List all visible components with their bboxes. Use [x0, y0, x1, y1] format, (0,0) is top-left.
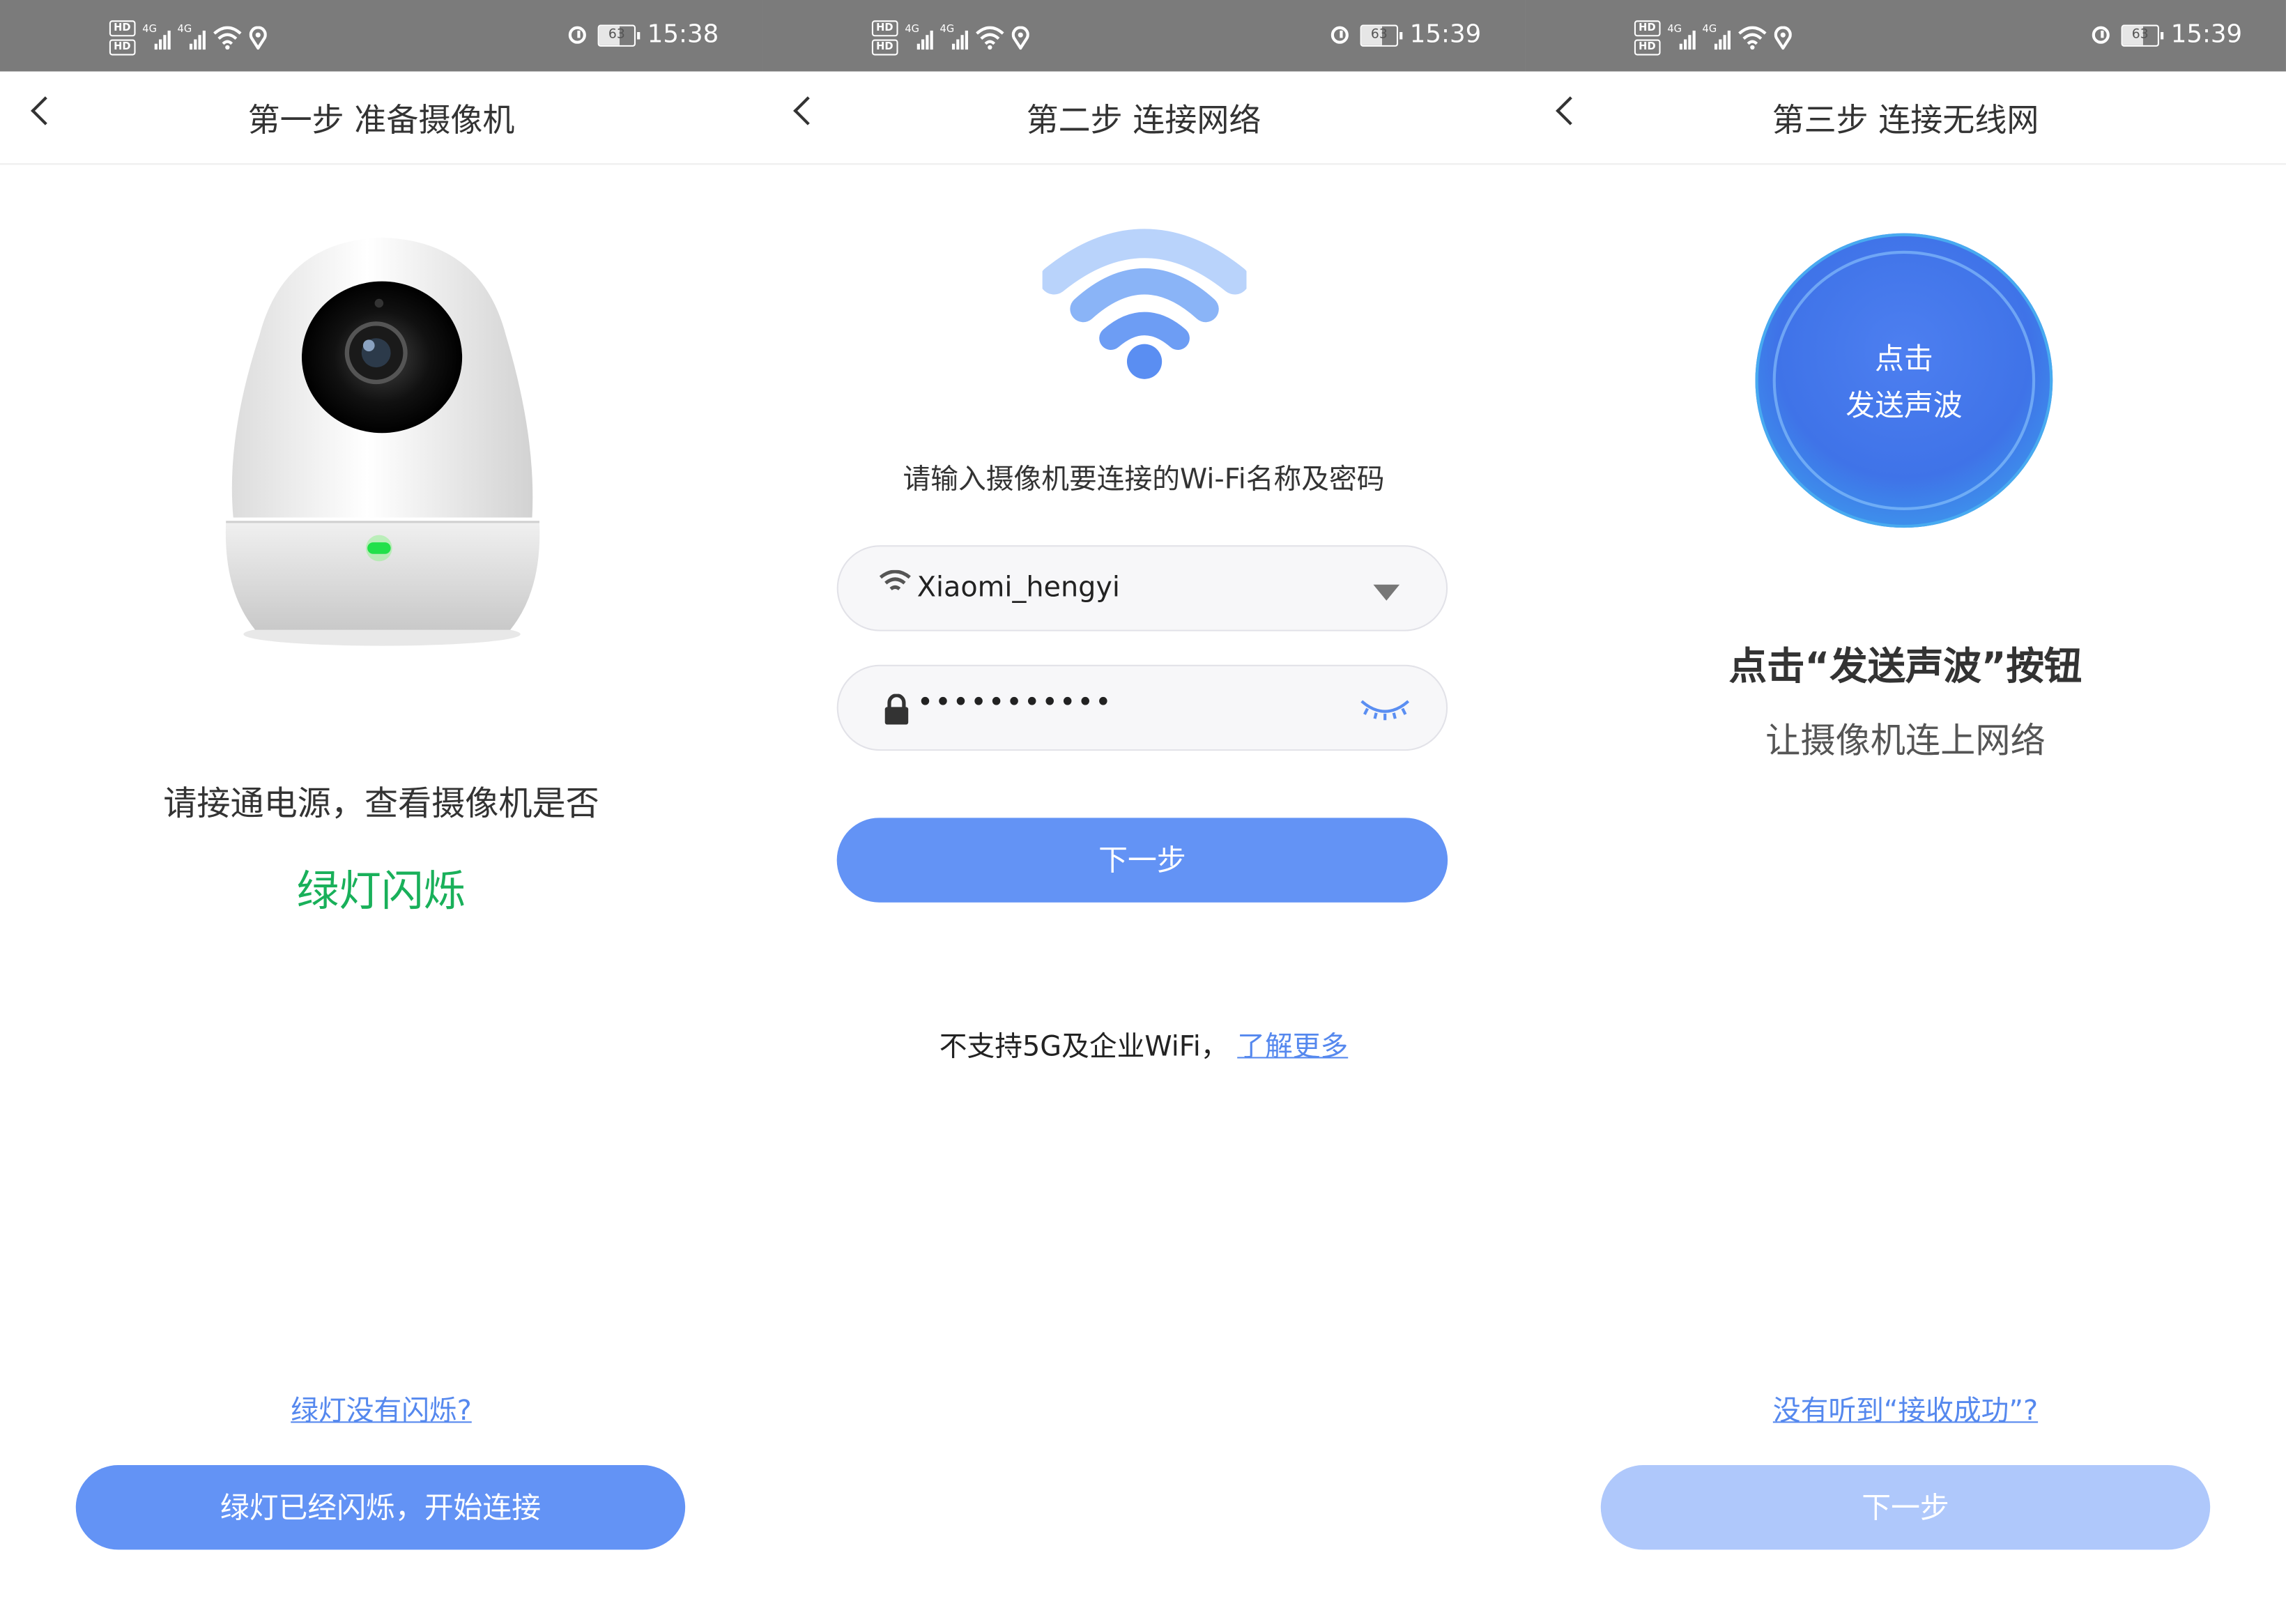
location-icon: [249, 26, 267, 50]
hd-icon: HD: [871, 20, 898, 37]
hd-icon: HD: [109, 39, 135, 56]
sound-button-label: 发送声波: [1846, 388, 1963, 423]
wifi-select[interactable]: Xiaomi_hengyi: [836, 545, 1448, 631]
status-bar: HD HD 4G 4G 63 15:39: [1525, 0, 2286, 72]
step2-screen: HD HD 4G 4G 63 15:39 第二步 连接网络 请输入摄像机要连接的W…: [762, 0, 1526, 1624]
step3-screen: HD HD 4G 4G 63 15:39 第三步 连接无线网 点击 发送声波 点击…: [1525, 0, 2286, 1624]
wifi-status-icon: [1737, 26, 1766, 50]
next-button-disabled[interactable]: 下一步: [1600, 1465, 2211, 1550]
nav-header: 第三步 连接无线网: [1525, 71, 2286, 165]
step1-screen: HD HD 4G 4G 63 15:38 第一步 准备摄像机 请接通电源，查看摄…: [0, 0, 763, 1624]
ssid-value: Xiaomi_hengyi: [916, 571, 1120, 604]
nav-header: 第一步 准备摄像机: [0, 71, 763, 165]
signal-icon: 4G: [1667, 23, 1696, 50]
page-title: 第二步 连接网络: [1026, 103, 1261, 140]
hd-icon: HD: [109, 20, 135, 37]
learn-more-link[interactable]: 了解更多: [1237, 1031, 1348, 1063]
signal-icon: 4G: [178, 23, 206, 50]
note-text: 不支持5G及企业WiFi，: [939, 1030, 1229, 1063]
wifi-icon: [1042, 229, 1247, 379]
instruction-text: 请接通电源，查看摄像机是否: [163, 786, 599, 824]
button-ring: [1772, 250, 2036, 511]
page-title: 第一步 准备摄像机: [247, 103, 515, 140]
wifi-status-icon: [213, 26, 241, 50]
nav-header: 第二步 连接网络: [762, 71, 1526, 165]
password-field[interactable]: •••••••••••: [836, 664, 1448, 751]
signal-icon: 4G: [940, 23, 968, 50]
lock-icon: [884, 694, 909, 725]
help-link[interactable]: 没有听到“接收成功”?: [1773, 1395, 2038, 1427]
next-button[interactable]: 下一步: [836, 818, 1448, 903]
wifi-prompt: 请输入摄像机要连接的Wi-Fi名称及密码: [903, 464, 1385, 496]
location-icon: [1774, 26, 1792, 50]
wifi-icon: [879, 569, 911, 591]
signal-icon: 4G: [905, 23, 933, 50]
signal-icon: 4G: [1703, 23, 1731, 50]
status-bar: HD HD 4G 4G 63 15:38: [0, 0, 763, 72]
start-connect-button[interactable]: 绿灯已经闪烁，开始连接: [75, 1465, 686, 1550]
page-title: 第三步 连接无线网: [1772, 103, 2039, 140]
instruction-subline: 让摄像机连上网络: [1765, 720, 2046, 761]
eye-closed-icon[interactable]: [1359, 696, 1411, 722]
alarm-icon: [2092, 26, 2110, 44]
alarm-icon: [1330, 26, 1349, 44]
clock: 15:39: [2170, 20, 2243, 50]
battery-icon: 63: [1360, 24, 1403, 46]
location-icon: [1011, 26, 1029, 50]
status-bar: HD HD 4G 4G 63 15:39: [762, 0, 1526, 72]
help-link[interactable]: 绿灯没有闪烁?: [291, 1395, 472, 1427]
wifi-status-icon: [975, 26, 1004, 50]
camera-image: [225, 237, 540, 646]
battery-icon: 63: [2121, 24, 2164, 46]
send-sound-wave-button[interactable]: 点击 发送声波: [1755, 233, 2053, 528]
signal-icon: 4G: [142, 23, 171, 50]
hd-icon: HD: [1634, 39, 1660, 56]
hd-icon: HD: [871, 39, 898, 56]
chevron-down-icon[interactable]: [1373, 584, 1400, 601]
instruction-headline: 点击“发送声波”按钮: [1728, 645, 2082, 690]
battery-icon: 63: [597, 24, 640, 46]
green-light-text: 绿灯闪烁: [296, 866, 466, 916]
alarm-icon: [568, 26, 586, 44]
wifi-note: 不支持5G及企业WiFi， 了解更多: [762, 1025, 1525, 1064]
sound-button-label: 点击: [1875, 341, 1933, 376]
password-value: •••••••••••: [916, 687, 1113, 719]
clock: 15:39: [1409, 20, 1482, 50]
clock: 15:38: [647, 20, 719, 50]
hd-icon: HD: [1634, 20, 1660, 37]
